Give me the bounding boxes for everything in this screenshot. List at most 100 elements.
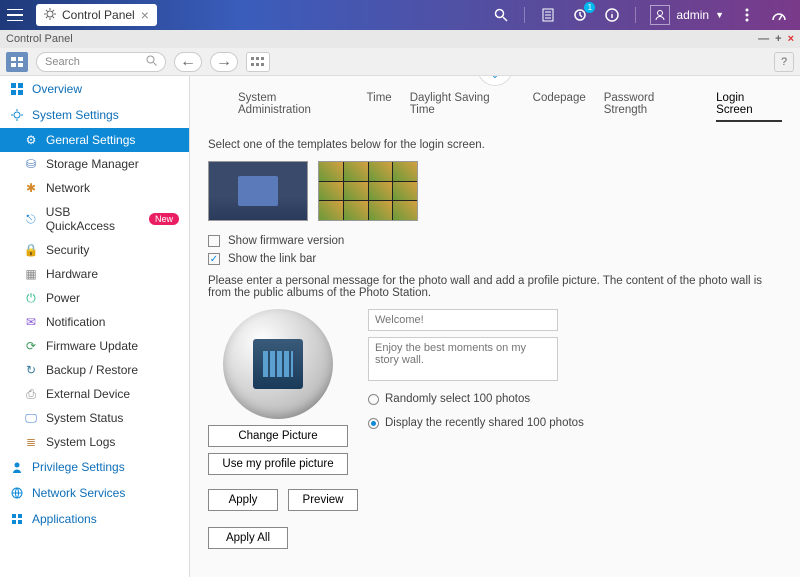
login-template-photowall[interactable] [318, 161, 418, 221]
info-icon[interactable] [603, 6, 621, 24]
apps-icon [10, 512, 24, 526]
icon-view-button[interactable] [246, 52, 270, 72]
topbar: Control Panel × 1 admin ▼ [0, 0, 800, 30]
sidebar-label: Privilege Settings [32, 460, 125, 474]
usb-icon: ⎋ [24, 212, 38, 226]
grid-view-button[interactable] [6, 52, 28, 72]
nas-icon [253, 339, 303, 389]
divider [524, 7, 525, 23]
sidebar-item-label: Firmware Update [46, 339, 138, 353]
search-icon[interactable] [492, 6, 510, 24]
window-title: Control Panel [6, 33, 73, 45]
sidebar-item-label: External Device [46, 387, 130, 401]
sidebar-label: Applications [32, 512, 97, 526]
sidebar-item-security[interactable]: 🔒 Security [0, 238, 189, 262]
sidebar-item-label: Notification [46, 315, 105, 329]
sidebar-item-label: USB QuickAccess [46, 205, 141, 233]
welcome-input[interactable] [368, 309, 558, 331]
change-picture-button[interactable]: Change Picture [208, 425, 348, 447]
template-description: Select one of the templates below for th… [208, 139, 782, 151]
tab-daylight-saving-time[interactable]: Daylight Saving Time [410, 92, 515, 122]
dashboard-icon[interactable] [770, 6, 788, 24]
sidebar-cat-privilege-settings[interactable]: Privilege Settings [0, 454, 189, 480]
toolbar: Search ← → ? [0, 48, 800, 76]
sidebar-item-external-device[interactable]: ⎙External Device [0, 382, 189, 406]
sidebar-cat-applications[interactable]: Applications [0, 506, 189, 532]
tab-password-strength[interactable]: Password Strength [604, 92, 698, 122]
sidebar-item-system-logs[interactable]: ≣ System Logs [0, 430, 189, 454]
lock-icon: 🔒 [24, 243, 38, 257]
tab-time[interactable]: Time [367, 92, 392, 122]
search-placeholder: Search [45, 56, 80, 68]
sidebar-item-backup-restore[interactable]: ↻Backup / Restore [0, 358, 189, 382]
more-icon[interactable] [738, 6, 756, 24]
hamburger-menu[interactable] [0, 0, 30, 30]
notif-badge: 1 [584, 2, 595, 13]
sidebar-item-firmware-update[interactable]: ⟳Firmware Update [0, 334, 189, 358]
checkbox-show-linkbar[interactable]: ✓ [208, 253, 220, 265]
sidebar-cat-overview[interactable]: Overview [0, 76, 189, 102]
user-icon [10, 460, 24, 474]
sidebar-item-hardware[interactable]: ▦Hardware [0, 262, 189, 286]
login-template-classic[interactable] [208, 161, 308, 221]
gear-icon [10, 108, 24, 122]
app-tab[interactable]: Control Panel × [36, 4, 157, 26]
bell-icon: ✉ [24, 315, 38, 329]
sidebar-item-label: General Settings [46, 133, 135, 147]
window-header: Control Panel — + × [0, 30, 800, 48]
forward-button[interactable]: → [210, 52, 238, 72]
divider [635, 7, 636, 23]
sidebar-label: System Settings [32, 108, 119, 122]
sidebar-item-storage-manager[interactable]: ⛁ Storage Manager [0, 152, 189, 176]
power-icon: ⏻ [24, 291, 38, 305]
sidebar-item-system-status[interactable]: 🖵System Status [0, 406, 189, 430]
globe-icon [10, 486, 24, 500]
notifications-icon[interactable]: 1 [571, 6, 589, 24]
minimize-button[interactable]: — [758, 33, 769, 45]
apply-button[interactable]: Apply [208, 489, 278, 511]
logs-icon: ≣ [24, 435, 38, 449]
sidebar-cat-system-settings[interactable]: System Settings [0, 102, 189, 128]
preview-button[interactable]: Preview [288, 489, 358, 511]
maximize-button[interactable]: + [775, 33, 781, 45]
apply-all-button[interactable]: Apply All [208, 527, 288, 549]
user-name: admin [676, 8, 709, 22]
user-menu[interactable]: admin ▼ [650, 5, 724, 25]
use-my-profile-picture-button[interactable]: Use my profile picture [208, 453, 348, 475]
sidebar-item-label: Power [46, 291, 80, 305]
user-avatar-icon [650, 5, 670, 25]
sidebar-cat-network-services[interactable]: Network Services [0, 480, 189, 506]
search-input[interactable]: Search [36, 52, 166, 72]
sidebar-label: Network Services [32, 486, 125, 500]
sidebar: Overview System Settings ⚙ General Settin… [0, 76, 190, 577]
tab-login-screen[interactable]: Login Screen [716, 92, 782, 122]
sidebar-item-general-settings[interactable]: ⚙ General Settings [0, 128, 189, 152]
sidebar-item-network[interactable]: ✱ Network [0, 176, 189, 200]
overview-icon [10, 82, 24, 96]
storage-icon: ⛁ [24, 157, 38, 171]
story-textarea[interactable] [368, 337, 558, 381]
radio-random-photos[interactable] [368, 394, 379, 405]
sidebar-item-power[interactable]: ⏻ Power [0, 286, 189, 310]
caret-down-icon: ▼ [715, 10, 724, 20]
sidebar-label: Overview [32, 82, 82, 96]
sidebar-item-usb-quickaccess[interactable]: ⎋USB QuickAccessNew [0, 200, 189, 238]
tab-codepage[interactable]: Codepage [533, 92, 586, 122]
help-button[interactable]: ? [774, 52, 794, 72]
close-button[interactable]: × [788, 33, 794, 45]
sidebar-item-notification[interactable]: ✉ Notification [0, 310, 189, 334]
checkbox-show-firmware[interactable] [208, 235, 220, 247]
sidebar-item-label: System Logs [46, 435, 115, 449]
sidebar-item-label: Storage Manager [46, 157, 139, 171]
tab-system-administration[interactable]: System Administration [238, 92, 349, 122]
tasks-icon[interactable] [539, 6, 557, 24]
back-button[interactable]: ← [174, 52, 202, 72]
network-icon: ✱ [24, 181, 38, 195]
sidebar-item-label: Security [46, 243, 89, 257]
radio-recent-photos[interactable] [368, 418, 379, 429]
tab-close[interactable]: × [141, 7, 149, 23]
sidebar-item-label: Network [46, 181, 90, 195]
monitor-icon: 🖵 [24, 411, 38, 425]
checkbox-label: Show the link bar [228, 253, 316, 265]
gear-icon: ⚙ [24, 133, 38, 147]
